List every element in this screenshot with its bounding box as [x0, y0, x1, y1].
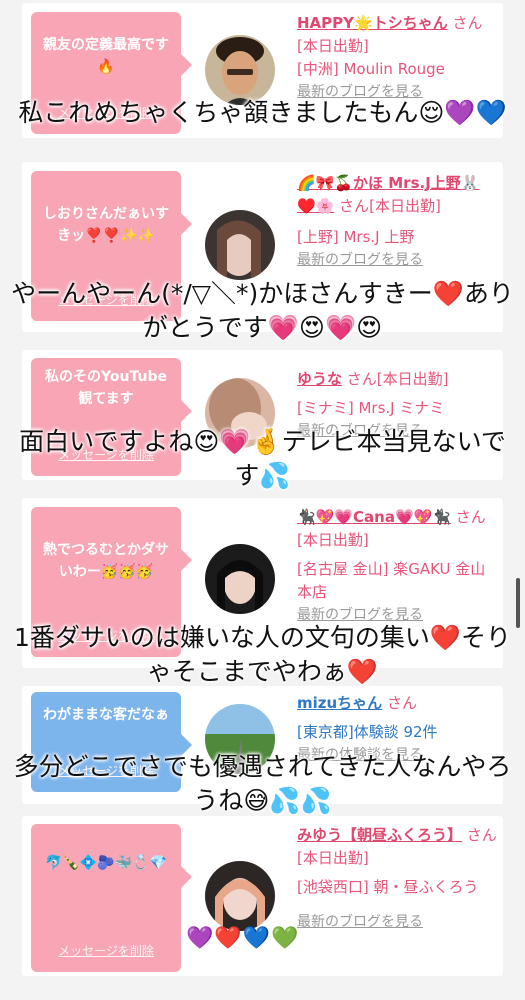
avatar[interactable] [205, 35, 275, 105]
message-text: 熱でつるむとかダサいわー🥳🥳🥳 [43, 542, 169, 580]
cast-name-link[interactable]: 🐈‍⬛💖💗Cana💗💖🐈‍⬛ [297, 508, 451, 526]
cast-info: 🐈‍⬛💖💗Cana💗💖🐈‍⬛ さん[本日出勤] [名古屋 金山] 楽GAKU 金… [297, 506, 497, 627]
cast-location: [ミナミ] Mrs.J ミナミ [297, 399, 445, 417]
scrollbar[interactable] [516, 578, 520, 628]
overlay-caption: 1番ダサいのは嫌いな人の文句の集い❤️そりゃそこまでやわぁ❤️ [13, 623, 512, 686]
cast-status: さん[本日出勤] [346, 370, 449, 388]
avatar[interactable] [205, 210, 275, 280]
message-text: 🐬🍾💠🫐🐳💍💎 [44, 855, 168, 871]
message-text: 私のそのYouTube観てます [45, 369, 167, 407]
cast-location: [池袋西口] 朝・昼ふくろう [297, 878, 479, 896]
message-bubble: 🐬🍾💠🫐🐳💍💎 メッセージを削除 [31, 824, 192, 972]
cast-name-link[interactable]: HAPPY🌟トシちゃん [297, 14, 448, 32]
blog-link[interactable]: 最新のブログを見る [297, 249, 497, 272]
cast-info: HAPPY🌟トシちゃん さん[本日出勤] [中洲] Moulin Rouge 最… [297, 12, 497, 104]
cast-name-link[interactable]: みゆう【朝昼ふくろう】 [297, 826, 462, 844]
delete-message-link[interactable]: メッセージを削除 [31, 940, 181, 962]
message-text: わがままな客だなぁ [43, 707, 169, 723]
cast-name-link[interactable]: ゆうな [297, 370, 342, 388]
overlay-caption: 私これめちゃくちゃ頷きましたもん😌💜💙 [18, 98, 507, 127]
hearts-emoji-row: 💜❤️💙💚 [186, 926, 300, 951]
cast-info: 🌈🎀🍒かほ Mrs.J上野🐰♥️🌸 さん[本日出勤] [上野] Mrs.J 上野… [297, 172, 497, 272]
cast-name-link[interactable]: mizuちゃん [297, 694, 382, 712]
overlay-caption: やーんやーん(*/▽＼*)かほさんすきー❤️ありがとうです💗😍💗😍 [11, 279, 514, 342]
blog-link[interactable]: 最新のブログを見る [297, 911, 497, 934]
avatar[interactable] [205, 861, 275, 931]
cast-location: [上野] Mrs.J 上野 [297, 228, 415, 246]
overlay-caption: 面白いですよね😍💗🤞テレビ本当見ないです💦 [19, 427, 506, 490]
overlay-caption: 多分どこでさでも優遇されてきた人なんやろうね😅💦💦 [13, 752, 512, 815]
message-text: 親友の定義最高です🔥 [43, 37, 169, 75]
cast-location: [名古屋 金山] 楽GAKU 金山本店 [297, 560, 486, 601]
cast-status: さん [386, 694, 417, 712]
cast-info: みゆう【朝昼ふくろう】 さん[本日出勤] [池袋西口] 朝・昼ふくろう 最新のブ… [297, 824, 497, 934]
cast-location: [東京都]体験談 92件 [297, 723, 438, 741]
message-card: 🐬🍾💠🫐🐳💍💎 メッセージを削除 みゆう【朝昼ふくろう】 さん[本日出勤] [池… [22, 816, 503, 976]
avatar[interactable] [205, 544, 275, 614]
message-text: しおりさんだぁいすきッ❣️❣️✨✨ [43, 206, 169, 244]
cast-status: さん[本日出勤] [339, 197, 441, 215]
cast-location: [中洲] Moulin Rouge [297, 60, 445, 78]
